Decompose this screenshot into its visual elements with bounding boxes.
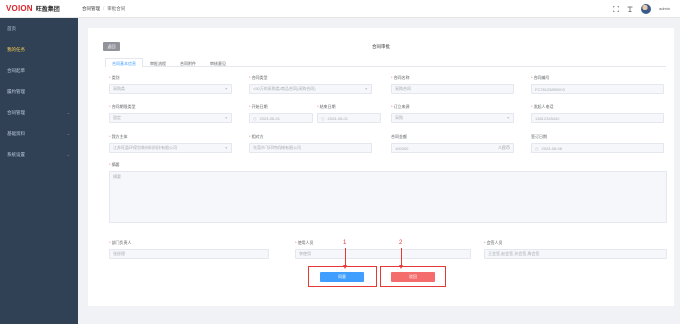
category-label: *类别 bbox=[109, 75, 120, 80]
calendar-icon: ◷ bbox=[535, 145, 539, 151]
sidebar-item-home[interactable]: 首页 bbox=[0, 18, 78, 39]
top-header: VOION 旺盈集团 合同管理 / 审批合同 admin bbox=[0, 0, 680, 18]
currency-suffix: 人民币 bbox=[498, 145, 510, 150]
contract-type-label: *合同类型 bbox=[249, 75, 268, 80]
end-date-label: *结束日期 bbox=[317, 104, 336, 109]
contract-number-input[interactable]: FC78125890003 bbox=[531, 84, 664, 94]
start-date-input[interactable]: ◷ 2023-06-01 bbox=[249, 113, 313, 123]
sidebar-item-contract-mgmt[interactable]: 合同管理 ⌄ bbox=[0, 102, 78, 123]
contract-name-label: *合同名称 bbox=[391, 75, 410, 80]
chevron-down-icon: ▼ bbox=[224, 116, 228, 120]
sidebar-item-label: 合同起草 bbox=[7, 67, 25, 73]
contract-name-input[interactable]: 采购合同 bbox=[391, 84, 514, 94]
page-title: 合同审批 bbox=[372, 44, 390, 49]
annotation-marker-1: 1 bbox=[343, 240, 347, 246]
tab-review-opinions[interactable]: 审核意见 bbox=[203, 58, 233, 67]
reject-button[interactable]: 驳回 bbox=[391, 272, 435, 282]
chevron-down-icon: ⌄ bbox=[66, 152, 70, 157]
amount-input[interactable]: 100000 人民币 bbox=[391, 143, 514, 153]
our-party-select[interactable]: 江苏旺盈环保包装材料科技有限公司 ▼ bbox=[109, 143, 232, 153]
calendar-icon: ◷ bbox=[321, 115, 325, 121]
fullscreen-icon[interactable] bbox=[612, 5, 620, 12]
countersign-label: *会签人员 bbox=[484, 240, 503, 245]
contract-type-select[interactable]: <50万的采购类/商品合同(采购合同) ▼ bbox=[249, 84, 372, 94]
users-input[interactable]: 李使用 bbox=[295, 249, 471, 259]
chevron-down-icon: ▼ bbox=[364, 87, 368, 91]
sidebar-item-label: 基础资料 bbox=[7, 130, 25, 136]
signing-date-input[interactable]: ◷ 2023-06-06 bbox=[531, 143, 664, 153]
logo-cn: 旺盈集团 bbox=[35, 7, 60, 13]
counterparty-input[interactable]: 东莞市飞印特机械有限公司 bbox=[249, 143, 372, 153]
tab-attachments[interactable]: 合同附件 bbox=[173, 58, 203, 67]
sidebar-item-label: 首页 bbox=[7, 25, 16, 31]
users-label: *使用人员 bbox=[295, 240, 314, 245]
logo-en: VOION bbox=[6, 4, 33, 13]
annotation-arrow-line bbox=[345, 248, 346, 266]
end-date-input[interactable]: ◷ 2024-06-01 bbox=[317, 113, 381, 123]
source-label: *订立来源 bbox=[391, 104, 410, 109]
sidebar-item-label: 合同管理 bbox=[7, 109, 25, 115]
tab-basic-info[interactable]: 合同基本信息 bbox=[105, 58, 143, 67]
breadcrumb-current: 审批合同 bbox=[107, 5, 126, 11]
text-size-icon[interactable] bbox=[627, 6, 633, 12]
summary-label: *摘要 bbox=[109, 162, 120, 167]
source-select[interactable]: 采购 ▼ bbox=[391, 113, 514, 123]
chevron-down-icon: ▼ bbox=[224, 87, 228, 91]
amount-label: 合同金额 bbox=[391, 134, 407, 139]
header-toolbar: admin bbox=[612, 3, 680, 14]
sidebar-item-basic-data[interactable]: 基础资料 ⌄ bbox=[0, 123, 78, 144]
counterparty-label: *相对方 bbox=[249, 134, 264, 139]
avatar[interactable] bbox=[641, 3, 652, 14]
countersign-input[interactable]: 王会签,赵会签,孙会签,周会签 bbox=[484, 249, 667, 259]
breadcrumb: 合同管理 / 审批合同 bbox=[78, 6, 125, 12]
logo: VOION 旺盈集团 bbox=[0, 4, 78, 13]
term-type-select[interactable]: 固定 ▼ bbox=[109, 113, 232, 123]
tab-bar: 合同基本信息 审批流程 合同附件 审核意见 bbox=[105, 58, 666, 67]
summary-textarea[interactable]: 摘要 bbox=[109, 171, 667, 223]
username[interactable]: admin bbox=[659, 6, 670, 11]
dept-head-label: *部门负责人 bbox=[109, 240, 132, 245]
initiator-phone-input[interactable]: 13812345442 bbox=[531, 113, 664, 123]
sidebar-item-my-tasks[interactable]: 我的任务 bbox=[0, 39, 78, 60]
term-type-label: *合同期限类型 bbox=[109, 104, 136, 109]
contract-number-label: *合同编号 bbox=[531, 75, 550, 80]
dept-head-input[interactable]: 张经理 bbox=[109, 249, 269, 259]
sidebar-item-contract-draft[interactable]: 合同起草 bbox=[0, 60, 78, 81]
start-date-label: *开始日期 bbox=[249, 104, 268, 109]
sidebar: 首页 我的任务 合同起草 履约管理 合同管理 ⌄ 基础资料 ⌄ 系统设置 ⌄ bbox=[0, 18, 78, 324]
our-party-label: *我方主体 bbox=[109, 134, 128, 139]
category-select[interactable]: 采购类 ▼ bbox=[109, 84, 232, 94]
calendar-icon: ◷ bbox=[253, 115, 257, 121]
chevron-down-icon: ⌄ bbox=[66, 131, 70, 136]
chevron-down-icon: ⌄ bbox=[66, 110, 70, 115]
annotation-marker-2: 2 bbox=[399, 240, 403, 246]
main-area: 返回 合同审批 合同基本信息 审批流程 合同附件 审核意见 *类别 采购类 ▼ *… bbox=[78, 18, 680, 324]
sidebar-item-settings[interactable]: 系统设置 ⌄ bbox=[0, 144, 78, 165]
breadcrumb-item[interactable]: 合同管理 bbox=[82, 6, 100, 12]
sidebar-item-performance[interactable]: 履约管理 bbox=[0, 81, 78, 102]
sidebar-item-label: 我的任务 bbox=[7, 46, 25, 52]
chevron-down-icon: ▼ bbox=[506, 116, 510, 120]
annotation-arrow-line bbox=[401, 248, 402, 266]
tab-approval-flow[interactable]: 审批流程 bbox=[143, 58, 173, 67]
chevron-down-icon: ▼ bbox=[224, 146, 228, 150]
sidebar-item-label: 履约管理 bbox=[7, 88, 25, 94]
sidebar-item-label: 系统设置 bbox=[7, 151, 25, 157]
signing-date-label: 签订日期 bbox=[531, 134, 547, 139]
approve-button[interactable]: 同意 bbox=[320, 272, 364, 282]
breadcrumb-separator: / bbox=[103, 6, 105, 11]
contract-card: 返回 合同审批 合同基本信息 审批流程 合同附件 审核意见 *类别 采购类 ▼ *… bbox=[88, 28, 674, 306]
initiator-phone-label: *发起人电话 bbox=[531, 104, 554, 109]
